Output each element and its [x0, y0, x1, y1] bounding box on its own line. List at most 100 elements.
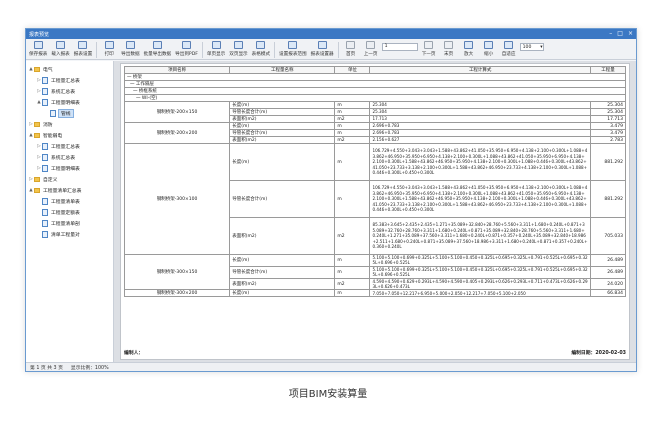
- quantity-cell: 26.489: [589, 254, 627, 267]
- report-designer-icon: [317, 41, 327, 49]
- tree-item[interactable]: ▷ 系统汇总表: [26, 86, 113, 97]
- toolbar-button-label: 导出到PDF: [175, 52, 198, 57]
- tree-item[interactable]: ▷ 工程量明细表: [26, 163, 113, 174]
- quantity-name-cell: 导管长度合计(m): [229, 180, 336, 218]
- unit-cell: m2: [334, 217, 371, 255]
- toolbar-button-label: 缩小: [484, 52, 494, 57]
- tree-item[interactable]: 清单工程量对: [26, 229, 113, 240]
- tree-item[interactable]: 工程量清单表: [26, 196, 113, 207]
- report-icon: [42, 220, 48, 227]
- toolbar-button-label: 设置报表范围: [279, 52, 307, 57]
- window-controls: – □ ×: [609, 30, 633, 38]
- toolbar-button[interactable]: 导出数据: [120, 41, 140, 57]
- window-title: 报表预览: [29, 31, 50, 38]
- item-name-cell: 钢制桥架-200×200: [123, 122, 231, 144]
- toolbar-button[interactable]: 报表设置: [73, 41, 93, 57]
- item-name-cell: 钢制桥架-300×150: [123, 253, 231, 291]
- toolbar-button[interactable]: 末页: [440, 41, 458, 57]
- toolbar-button[interactable]: 上一页: [362, 41, 380, 57]
- quantity-cell: 25.304: [589, 101, 627, 109]
- toolbar-separator: [337, 42, 339, 58]
- tree-item[interactable]: ▲ 电气: [26, 64, 113, 75]
- zoom-in-icon: [464, 41, 474, 49]
- toolbar-button[interactable]: 批量导出数据: [143, 41, 173, 57]
- formula-cell: 2.696+0.783: [369, 129, 591, 137]
- tree-item-label: 工程量定额表: [51, 211, 80, 216]
- tree-item-label: 工程量清单剖: [51, 222, 80, 227]
- toolbar-button[interactable]: 缩小: [480, 41, 498, 57]
- toolbar-button-label: 导出数据: [121, 52, 140, 57]
- tree-item-label: 系统汇总表: [51, 156, 75, 161]
- formula-cell: 17.713: [369, 115, 591, 123]
- close-button[interactable]: ×: [628, 30, 633, 38]
- toolbar-button[interactable]: 自适应: [500, 41, 518, 57]
- toolbar-button[interactable]: 双页显示: [228, 41, 248, 57]
- unit-cell: m: [334, 180, 371, 218]
- toolbar-button[interactable]: 导出到PDF: [174, 41, 199, 57]
- minimize-button[interactable]: –: [609, 30, 612, 38]
- toolbar-button[interactable]: 载入报表: [50, 41, 70, 57]
- report-page: 项目名称 工程量名称 单位 工程计算式 工程量 一 桥架一 工作隔层一 桥框系统一 WI…: [120, 63, 630, 360]
- maximize-button[interactable]: □: [617, 30, 623, 38]
- toolbar-button[interactable]: 设置报表范围: [278, 41, 308, 57]
- toolbar-button[interactable]: 下一页: [420, 41, 438, 57]
- tree-item[interactable]: 工程量定额表: [26, 207, 113, 218]
- column-header: 工程量名称: [229, 66, 336, 74]
- item-name-cell: 钢制桥架-200×150: [123, 101, 231, 123]
- toolbar-button[interactable]: 单页显示: [206, 41, 226, 57]
- quantity-cell: 2.783: [589, 136, 627, 144]
- tree-item-label: 清单工程量对: [51, 233, 80, 238]
- quantity-cell: 881.292: [589, 180, 627, 218]
- tree-item-label: 工程量清单表: [51, 200, 80, 205]
- page-number-input[interactable]: 1: [381, 43, 418, 51]
- toolbar-button[interactable]: 放大: [460, 41, 478, 57]
- table-row: 钢制桥架-300×100 长度(m) m 106.729+4.550+3.043+3.…: [123, 143, 627, 255]
- unit-cell: m2: [334, 136, 371, 144]
- zoom-info: 显示比例：100%: [70, 365, 109, 371]
- tree-item[interactable]: ▷ 工程量汇总表: [26, 141, 113, 152]
- tree-item[interactable]: ▷ 自定义: [26, 174, 113, 185]
- tree-item[interactable]: ▷ 工程量汇总表: [26, 75, 113, 86]
- fit-icon: [504, 41, 514, 49]
- last-page-icon: [444, 41, 454, 49]
- folder-icon: [34, 122, 40, 127]
- toolbar-separator: [96, 42, 98, 58]
- quantity-name-cell: 表面积(m2): [229, 136, 336, 144]
- group-label: 一 工作隔层: [124, 80, 626, 88]
- toolbar-button-label: 表格模式: [251, 52, 271, 57]
- toolbar-button-label: 首页: [346, 52, 356, 57]
- tree-item[interactable]: 管线: [26, 108, 113, 119]
- item-name-cell: 钢制桥架-300×100: [123, 143, 231, 255]
- report-icon: [42, 231, 48, 238]
- tree-item[interactable]: ▲ 智能弱电: [26, 130, 113, 141]
- toolbar-button[interactable]: 打印: [100, 41, 118, 57]
- report-icon: [50, 110, 56, 117]
- folder-icon: [34, 177, 40, 182]
- group-row: 一 WI-(空): [124, 94, 626, 102]
- first-page-icon: [346, 41, 356, 49]
- toolbar-button[interactable]: 报表设置器: [310, 41, 335, 57]
- tree-item[interactable]: 工程量清单剖: [26, 218, 113, 229]
- zoom-select[interactable]: 100 ▾: [519, 43, 544, 51]
- prev-page-icon: [366, 41, 376, 49]
- tree-item[interactable]: ▷ 系统汇总表: [26, 152, 113, 163]
- quantity-cell: 25.304: [589, 108, 627, 116]
- toolbar-button[interactable]: 表格模式: [251, 41, 271, 57]
- report-icon: [42, 198, 48, 205]
- print-icon: [104, 41, 114, 49]
- unit-cell: m2: [334, 115, 371, 123]
- toolbar-button[interactable]: 保存报表: [28, 41, 48, 57]
- main-area: ▲ 电气 ▷ 工程量汇总表 ▷ 系统汇总表 ▲ 工程量明细表 管线 ▷ 消防 ▲ 智能弱电 ▷ 工程量汇总表…: [26, 61, 636, 362]
- formula-cell: 5.100+5.100+0.699+0.325L+5.100+5.100+0.4…: [369, 265, 591, 279]
- tree-item[interactable]: ▲ 工程量明细表: [26, 97, 113, 108]
- tree-item[interactable]: ▷ 消防: [26, 119, 113, 130]
- report-settings-icon: [78, 41, 88, 49]
- unit-cell: m: [334, 289, 371, 298]
- quantity-cell: 66.834: [589, 289, 627, 298]
- group-label: 一 桥架: [124, 73, 626, 81]
- tree-item[interactable]: ▲ 工程量清单汇总表: [26, 185, 113, 196]
- toolbar-button[interactable]: 首页: [342, 41, 360, 57]
- report-footer: 编制人： 编制日期：2020-02-03: [124, 349, 626, 356]
- quantity-name-cell: 长度(m): [229, 122, 336, 130]
- toolbar-button-label: 报表设置: [73, 52, 93, 57]
